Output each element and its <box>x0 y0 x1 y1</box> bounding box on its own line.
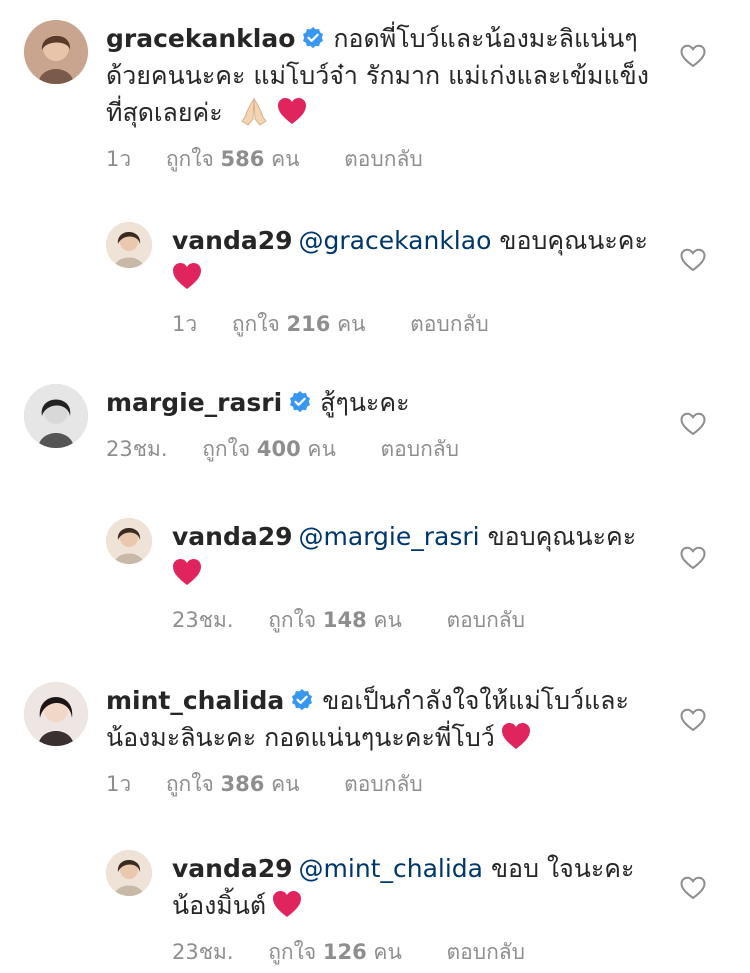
username[interactable]: vanda29 <box>172 854 293 883</box>
likes-prefix: ถูกใจ <box>165 147 214 171</box>
comment-text: margie_rasri สู้ๆนะคะ <box>106 384 670 421</box>
timestamp[interactable]: 1ว <box>172 308 197 341</box>
likes-suffix: คน <box>337 312 366 336</box>
comment-text: vanda29 @mint_chalida ขอบ ใจนะคะ น้องมิ้นต… <box>172 850 670 924</box>
like-heart-icon[interactable] <box>680 44 706 68</box>
likes-suffix: คน <box>271 772 300 796</box>
comment-meta: 23ชม. ถูกใจ 126 คน ตอบกลับ <box>172 936 670 969</box>
like-heart-icon[interactable] <box>680 876 706 900</box>
username[interactable]: vanda29 <box>172 522 293 551</box>
avatar[interactable] <box>24 384 88 448</box>
likes-number: 148 <box>322 608 367 632</box>
comment-message: สู้ๆนะคะ <box>320 388 410 417</box>
heart-emoji-icon <box>172 262 202 290</box>
comment-meta: 1ว ถูกใจ 586 คน ตอบกลับ <box>106 143 670 176</box>
comment-meta: 1ว ถูกใจ 386 คน ตอบกลับ <box>106 768 670 801</box>
like-heart-icon[interactable] <box>680 248 706 272</box>
likes-count[interactable]: ถูกใจ 216 คน <box>232 308 366 341</box>
likes-prefix: ถูกใจ <box>268 608 317 632</box>
comment-text: mint_chalida ขอเป็นกำลังใจให้แม่โบว์และน้… <box>106 682 670 756</box>
comment-text: gracekanklao กอดพี่โบว์และน้องมะลิแน่นๆ ด… <box>106 20 670 131</box>
timestamp[interactable]: 23ชม. <box>172 936 234 969</box>
likes-prefix: ถูกใจ <box>165 772 214 796</box>
likes-count[interactable]: ถูกใจ 126 คน <box>268 936 402 969</box>
mention-link[interactable]: @margie_rasri <box>299 522 480 551</box>
likes-number: 126 <box>322 940 367 964</box>
comment-body: vanda29 @mint_chalida ขอบ ใจนะคะ น้องมิ้นต… <box>172 850 670 969</box>
like-heart-icon[interactable] <box>680 412 706 436</box>
likes-suffix: คน <box>373 940 402 964</box>
reply-button[interactable]: ตอบกลับ <box>447 936 526 969</box>
likes-count[interactable]: ถูกใจ 386 คน <box>166 768 300 801</box>
likes-number: 400 <box>256 437 301 461</box>
username[interactable]: margie_rasri <box>106 388 282 417</box>
avatar[interactable] <box>24 20 88 84</box>
comment-text: vanda29 @margie_rasri ขอบคุณนะคะ <box>172 518 670 592</box>
likes-suffix: คน <box>373 608 402 632</box>
comment-body: gracekanklao กอดพี่โบว์และน้องมะลิแน่นๆ ด… <box>106 20 670 176</box>
likes-count[interactable]: ถูกใจ 400 คน <box>202 433 336 466</box>
comment-message: ขอบคุณนะคะ <box>499 226 648 255</box>
timestamp[interactable]: 1ว <box>106 143 131 176</box>
like-heart-icon[interactable] <box>680 546 706 570</box>
likes-prefix: ถูกใจ <box>231 312 280 336</box>
username[interactable]: vanda29 <box>172 226 293 255</box>
comment-body: margie_rasri สู้ๆนะคะ 23ชม. ถูกใจ 400 คน … <box>106 384 670 466</box>
timestamp[interactable]: 1ว <box>106 768 131 801</box>
mention-link[interactable]: @mint_chalida <box>299 854 483 883</box>
comment-text: vanda29 @gracekanklao ขอบคุณนะคะ <box>172 222 670 296</box>
timestamp[interactable]: 23ชม. <box>172 604 234 637</box>
like-heart-icon[interactable] <box>680 708 706 732</box>
likes-number: 386 <box>220 772 265 796</box>
heart-emoji-icon <box>277 97 307 125</box>
likes-suffix: คน <box>307 437 336 461</box>
likes-count[interactable]: ถูกใจ 586 คน <box>166 143 300 176</box>
comment-meta: 23ชม. ถูกใจ 400 คน ตอบกลับ <box>106 433 670 466</box>
avatar[interactable] <box>106 518 152 564</box>
timestamp[interactable]: 23ชม. <box>106 433 168 466</box>
reply-button[interactable]: ตอบกลับ <box>381 433 460 466</box>
reply-button[interactable]: ตอบกลับ <box>344 143 423 176</box>
likes-number: 586 <box>220 147 265 171</box>
heart-emoji-icon <box>272 890 302 918</box>
likes-prefix: ถูกใจ <box>202 437 251 461</box>
comment-body: vanda29 @margie_rasri ขอบคุณนะคะ 23ชม. ถูก… <box>172 518 670 637</box>
comment-meta: 1ว ถูกใจ 216 คน ตอบกลับ <box>172 308 670 341</box>
likes-number: 216 <box>286 312 331 336</box>
likes-count[interactable]: ถูกใจ 148 คน <box>268 604 402 637</box>
likes-suffix: คน <box>271 147 300 171</box>
reply-button[interactable]: ตอบกลับ <box>410 308 489 341</box>
reply-button[interactable]: ตอบกลับ <box>344 768 423 801</box>
username[interactable]: gracekanklao <box>106 24 295 53</box>
verified-badge-icon <box>290 685 314 711</box>
username[interactable]: mint_chalida <box>106 686 284 715</box>
reply-button[interactable]: ตอบกลับ <box>447 604 526 637</box>
likes-prefix: ถูกใจ <box>268 940 317 964</box>
avatar[interactable] <box>24 682 88 746</box>
heart-emoji-icon <box>501 722 531 750</box>
comment-message: ขอบคุณนะคะ <box>487 522 637 551</box>
comment-body: mint_chalida ขอเป็นกำลังใจให้แม่โบว์และน้… <box>106 682 670 801</box>
avatar[interactable] <box>106 222 152 268</box>
mention-link[interactable]: @gracekanklao <box>299 226 492 255</box>
comment-body: vanda29 @gracekanklao ขอบคุณนะคะ 1ว ถูกใจ … <box>172 222 670 341</box>
pray-emoji-icon <box>237 95 271 127</box>
verified-badge-icon <box>288 387 312 413</box>
heart-emoji-icon <box>172 558 202 586</box>
avatar[interactable] <box>106 850 152 896</box>
verified-badge-icon <box>301 23 325 49</box>
comment-meta: 23ชม. ถูกใจ 148 คน ตอบกลับ <box>172 604 670 637</box>
